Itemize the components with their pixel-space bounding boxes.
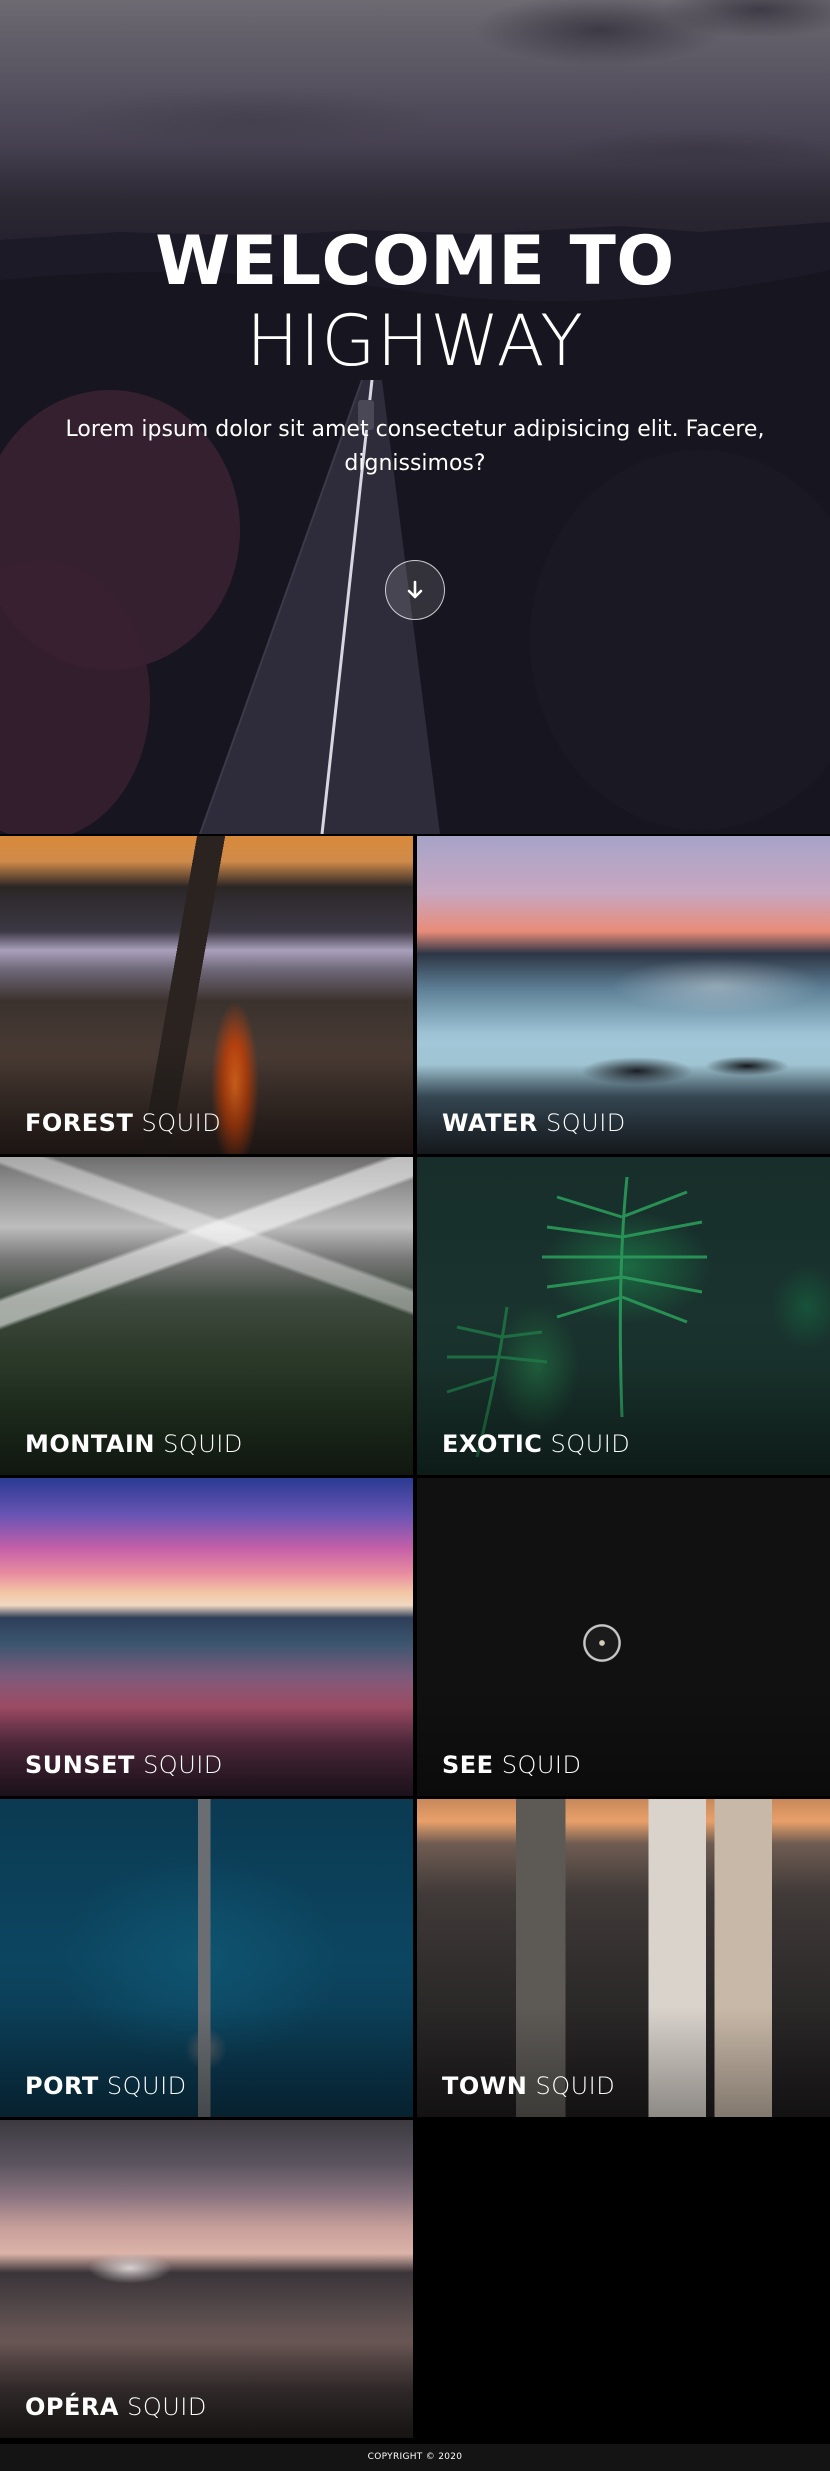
gallery-tile-see[interactable]: SEE SQUID bbox=[417, 1478, 830, 1796]
gallery-tile-exotic[interactable]: EXOTIC SQUID bbox=[417, 1157, 830, 1475]
hero-title: WELCOME TO bbox=[155, 222, 675, 301]
copyright-text: COPYRIGHT © 2020 bbox=[367, 2452, 463, 2462]
gallery-empty-cell bbox=[417, 2120, 830, 2438]
tile-label: OPÉRA SQUID bbox=[25, 2393, 207, 2421]
tile-label: FOREST SQUID bbox=[25, 1109, 222, 1137]
footer: COPYRIGHT © 2020 bbox=[0, 2444, 830, 2471]
tile-label: WATER SQUID bbox=[442, 1109, 626, 1137]
gallery-tile-town[interactable]: TOWN SQUID bbox=[417, 1799, 830, 2117]
tile-label: TOWN SQUID bbox=[442, 2072, 616, 2100]
arrow-down-icon bbox=[407, 580, 423, 599]
gallery-tile-forest[interactable]: FOREST SQUID bbox=[0, 836, 413, 1154]
gallery-tile-montain[interactable]: MONTAIN SQUID bbox=[0, 1157, 413, 1475]
hero-content: WELCOME TO HIGHWAY Lorem ipsum dolor sit… bbox=[0, 225, 830, 481]
gallery-tile-water[interactable]: WATER SQUID bbox=[417, 836, 830, 1154]
hero-subtitle: HIGHWAY bbox=[246, 300, 584, 382]
gallery-tile-opera[interactable]: OPÉRA SQUID bbox=[0, 2120, 413, 2438]
gallery-grid: FOREST SQUID WATER SQUID MONTAIN SQUID E… bbox=[0, 836, 830, 2438]
gallery-tile-sunset[interactable]: SUNSET SQUID bbox=[0, 1478, 413, 1796]
tile-label: SEE SQUID bbox=[442, 1751, 582, 1779]
tile-label: MONTAIN SQUID bbox=[25, 1430, 243, 1458]
hero-section: WELCOME TO HIGHWAY Lorem ipsum dolor sit… bbox=[0, 0, 830, 834]
scroll-down-button[interactable] bbox=[385, 560, 445, 620]
tile-label: SUNSET SQUID bbox=[25, 1751, 223, 1779]
tile-label: PORT SQUID bbox=[25, 2072, 187, 2100]
tile-label: EXOTIC SQUID bbox=[442, 1430, 631, 1458]
gallery-tile-port[interactable]: PORT SQUID bbox=[0, 1799, 413, 2117]
hero-description: Lorem ipsum dolor sit amet consectetur a… bbox=[65, 417, 765, 476]
